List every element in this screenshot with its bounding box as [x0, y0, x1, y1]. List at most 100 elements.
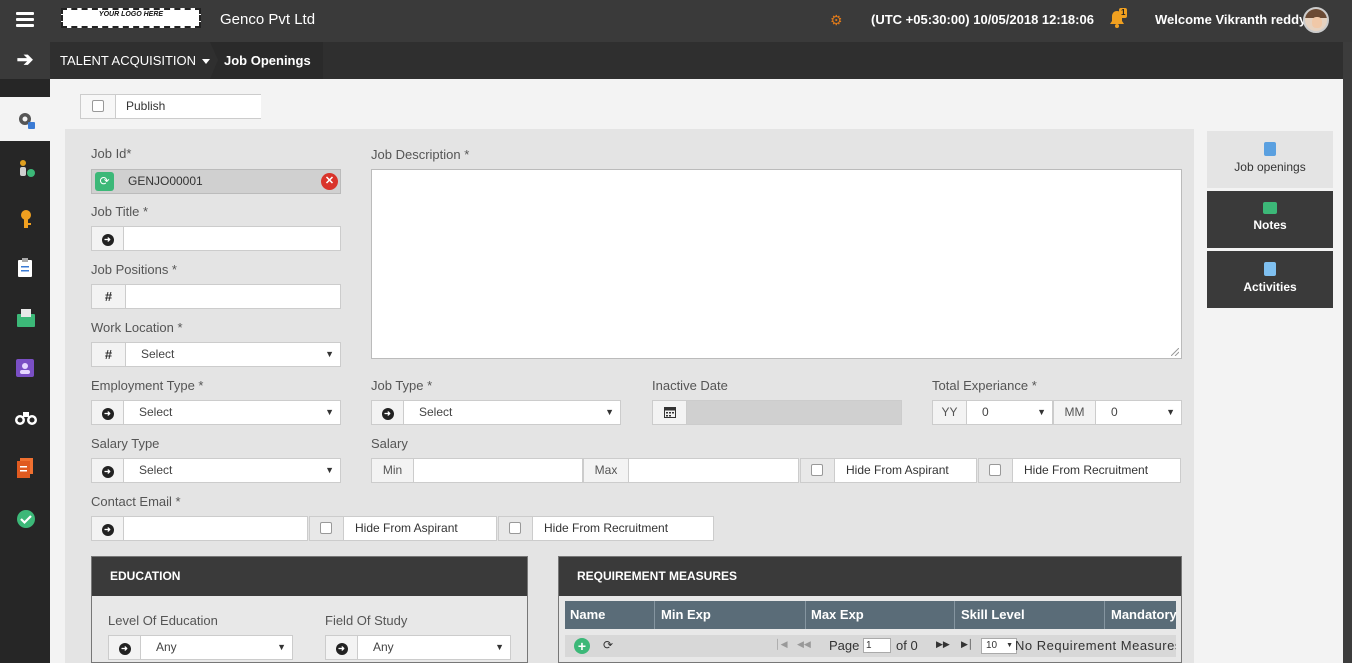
salary-hide-aspirant-group: Hide From Aspirant [800, 458, 977, 483]
email-hide-recruitment-checkbox[interactable] [509, 522, 521, 534]
experience-years-group: YY 0 ▼ [932, 400, 1053, 425]
notification-bell-icon[interactable]: 1 [1109, 8, 1128, 30]
last-page-icon[interactable]: ▶│ [961, 639, 974, 650]
column-header-skill-level[interactable]: Skill Level [961, 607, 1025, 622]
publish-label: Publish [115, 95, 261, 118]
inactive-date-input[interactable] [688, 401, 901, 424]
tab-job-openings-label: Job openings [1234, 160, 1306, 174]
refresh-icon[interactable]: ⟳ [603, 638, 613, 652]
column-header-max-exp[interactable]: Max Exp [811, 607, 864, 622]
column-header-mandatory[interactable]: Mandatory [1111, 607, 1177, 622]
level-of-education-label: Level Of Education [108, 613, 218, 628]
binoculars-icon [15, 412, 37, 425]
notification-count-badge: 1 [1119, 8, 1128, 18]
arrow-right-icon: ➜ [372, 401, 404, 424]
module-dropdown[interactable]: TALENT ACQUISITION [60, 53, 211, 68]
clear-icon[interactable]: ✕ [321, 173, 338, 190]
salary-hide-aspirant-checkbox[interactable] [811, 464, 823, 476]
prev-page-icon[interactable]: ◀◀ [797, 639, 811, 650]
add-icon[interactable]: + [574, 638, 590, 654]
employment-type-value: Select [139, 405, 173, 419]
salary-type-label: Salary Type [91, 436, 160, 451]
next-page-icon[interactable]: ▶▶ [936, 639, 950, 650]
salary-type-select[interactable]: Select ▼ [125, 459, 340, 482]
field-of-study-label: Field Of Study [325, 613, 408, 628]
user-avatar[interactable] [1303, 7, 1329, 33]
scrollbar-thumb[interactable] [1343, 42, 1352, 663]
tab-job-openings[interactable]: Job openings [1207, 131, 1333, 188]
module-label: TALENT ACQUISITION [60, 53, 197, 68]
company-logo: YOUR LOGO HERE [61, 8, 201, 28]
arrow-right-icon: ➜ [109, 636, 141, 659]
sidebar-item-access[interactable] [0, 197, 50, 241]
sidebar-item-profile[interactable] [0, 347, 50, 391]
first-page-icon[interactable]: │◀ [775, 639, 788, 650]
employment-type-select[interactable]: Select ▼ [125, 401, 340, 424]
sidebar-item-finance[interactable] [0, 297, 50, 341]
salary-max-input[interactable] [630, 459, 798, 482]
expand-sidebar-arrow-icon[interactable]: ➔ [0, 42, 50, 79]
experience-years-select[interactable]: 0 ▼ [968, 401, 1052, 424]
salary-hide-recruitment-checkbox[interactable] [989, 464, 1001, 476]
job-title-label: Job Title * [91, 204, 149, 219]
sidebar-item-settings[interactable] [0, 97, 50, 141]
salary-label: Salary [371, 436, 408, 451]
job-type-label: Job Type * [371, 378, 433, 393]
contact-email-input[interactable] [125, 517, 307, 540]
publish-checkbox[interactable] [92, 100, 104, 112]
column-header-min-exp[interactable]: Min Exp [661, 607, 711, 622]
requirements-grid-header: Name Min Exp Max Exp Skill Level Mandato… [565, 601, 1177, 629]
job-type-select[interactable]: Select ▼ [405, 401, 620, 424]
sidebar [0, 79, 50, 663]
welcome-user-text[interactable]: Welcome Vikranth reddy [1155, 12, 1306, 27]
id-card-icon [16, 359, 34, 377]
page-number-input[interactable]: 1 [863, 638, 891, 653]
sidebar-item-search[interactable] [0, 397, 50, 441]
email-hide-recruitment-label: Hide From Recruitment [532, 517, 713, 540]
work-location-value: Select [141, 347, 175, 361]
calendar-icon[interactable] [653, 401, 687, 424]
job-title-group: ➜ [91, 226, 341, 251]
experience-months-select[interactable]: 0 ▼ [1097, 401, 1181, 424]
job-title-input[interactable] [125, 227, 340, 250]
menu-icon[interactable] [16, 12, 34, 28]
column-header-name[interactable]: Name [570, 607, 605, 622]
publish-toggle: Publish [80, 94, 261, 119]
tab-notes-label: Notes [1253, 218, 1287, 232]
salary-min-input[interactable] [415, 459, 582, 482]
experience-months-group: MM 0 ▼ [1053, 400, 1182, 425]
page-size-select[interactable]: 10 ▼ [981, 638, 1017, 654]
work-location-group: # Select ▼ [91, 342, 341, 367]
work-location-select[interactable]: Select ▼ [127, 343, 340, 366]
field-of-study-select[interactable]: Any ▼ [359, 636, 510, 659]
arrow-right-icon: ➜ [92, 227, 124, 250]
money-box-icon [17, 309, 35, 327]
sidebar-item-payroll[interactable] [0, 147, 50, 191]
settings-gears-icon[interactable]: ⚙ [830, 12, 843, 29]
sidebar-item-clipboard[interactable] [0, 247, 50, 291]
refresh-icon[interactable]: ⟳ [95, 172, 114, 191]
sidebar-item-approvals[interactable] [0, 497, 50, 541]
tab-activities-label: Activities [1243, 280, 1297, 294]
level-of-education-group: ➜ Any ▼ [108, 635, 293, 660]
email-hide-aspirant-checkbox[interactable] [320, 522, 332, 534]
tab-activities[interactable]: Activities [1207, 251, 1333, 308]
document-icon [1264, 142, 1276, 156]
job-description-textarea[interactable] [371, 169, 1182, 359]
salary-type-value: Select [139, 463, 173, 477]
job-id-label: Job Id* [91, 146, 132, 161]
experience-years-value: 0 [982, 405, 989, 419]
tab-notes[interactable]: Notes [1207, 191, 1333, 248]
mm-label: MM [1054, 401, 1096, 424]
page-scrollbar[interactable] [1343, 42, 1352, 663]
job-positions-input[interactable] [127, 285, 340, 308]
level-of-education-select[interactable]: Any ▼ [142, 636, 292, 659]
email-hide-aspirant-group: Hide From Aspirant [309, 516, 497, 541]
sidebar-item-documents[interactable] [0, 447, 50, 491]
resize-handle-icon[interactable] [1171, 348, 1179, 356]
email-hide-recruitment-group: Hide From Recruitment [498, 516, 714, 541]
arrow-right-icon: ➜ [326, 636, 358, 659]
salary-hide-aspirant-label: Hide From Aspirant [834, 459, 976, 482]
salary-type-group: ➜ Select ▼ [91, 458, 341, 483]
dropdown-arrow-icon: ▼ [495, 642, 504, 652]
